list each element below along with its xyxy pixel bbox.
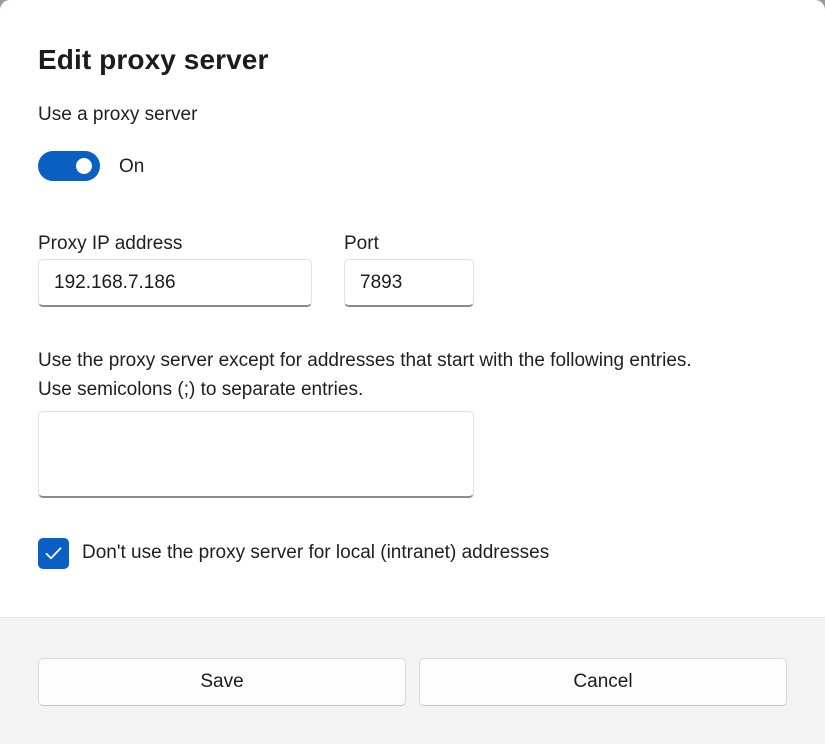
local-bypass-label: Don't use the proxy server for local (in… [82, 542, 550, 563]
proxy-toggle-label: Use a proxy server [38, 104, 198, 125]
cancel-button[interactable]: Cancel [419, 658, 787, 706]
exceptions-hint: Use the proxy server except for addresse… [38, 346, 808, 404]
use-proxy-toggle[interactable] [38, 151, 100, 181]
proxy-ip-label: Proxy IP address [38, 233, 183, 254]
proxy-ip-input[interactable] [38, 259, 312, 307]
port-input[interactable] [344, 259, 474, 307]
exceptions-hint-line2: Use semicolons (;) to separate entries. [38, 379, 364, 400]
exceptions-hint-line1: Use the proxy server except for addresse… [38, 350, 692, 371]
dialog-footer: Save Cancel [0, 617, 825, 744]
save-button[interactable]: Save [38, 658, 406, 706]
dialog-title: Edit proxy server [38, 44, 269, 75]
toggle-knob [76, 158, 92, 174]
exceptions-textarea[interactable] [38, 411, 474, 498]
edit-proxy-dialog: Edit proxy server Use a proxy server On … [0, 0, 825, 744]
toggle-state-text: On [119, 156, 145, 177]
checkmark-icon [45, 547, 62, 560]
port-label: Port [344, 233, 379, 254]
local-bypass-checkbox[interactable] [38, 538, 69, 569]
